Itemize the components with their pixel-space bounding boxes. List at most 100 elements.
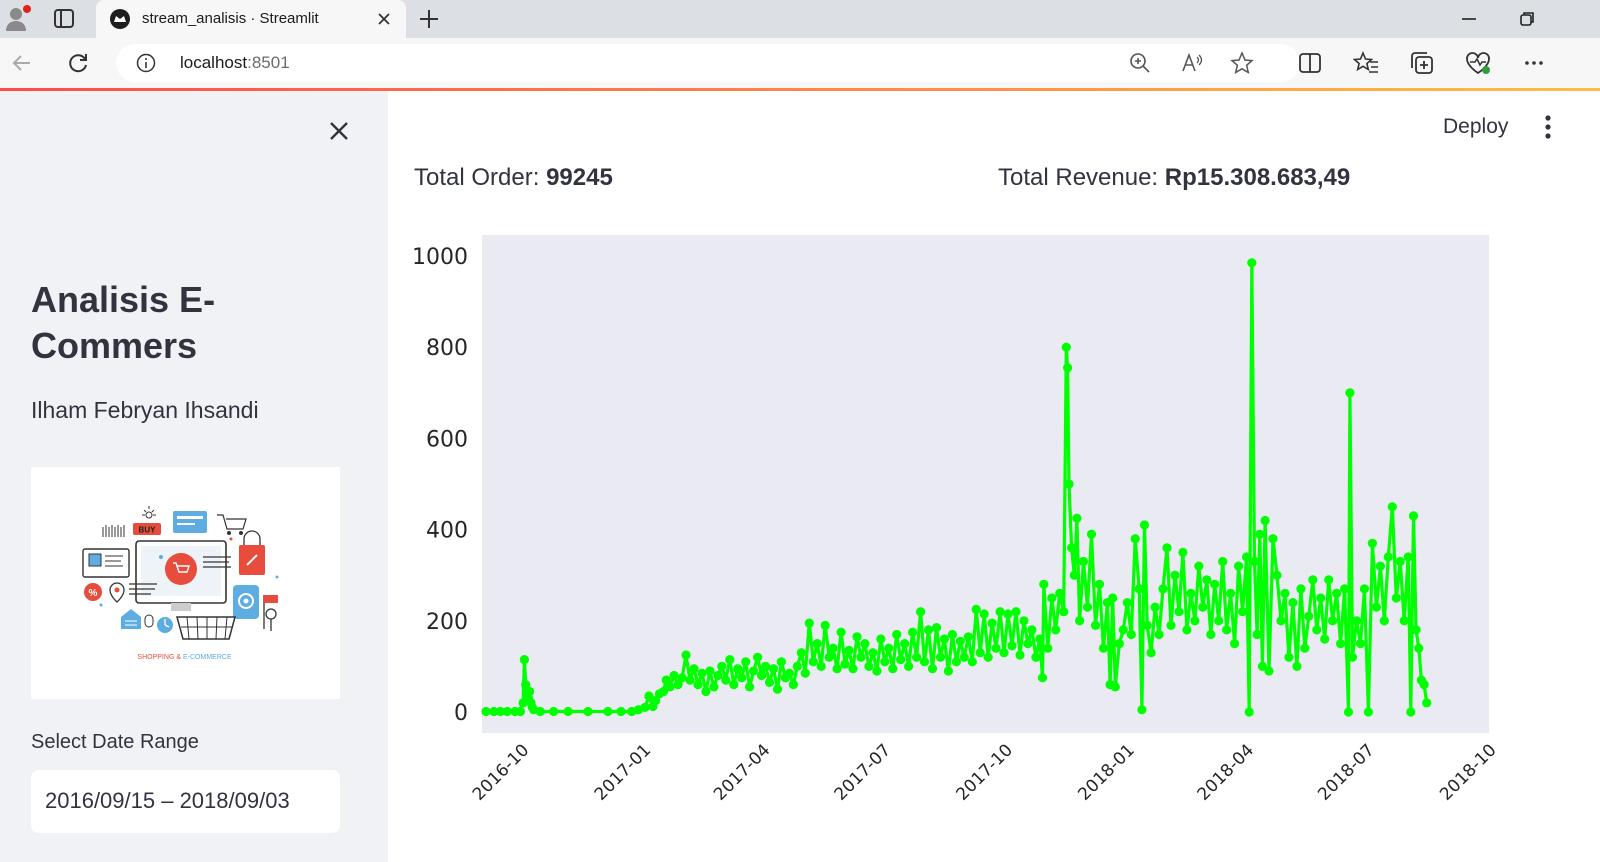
data-point xyxy=(1174,607,1184,617)
tab-close-icon[interactable] xyxy=(374,9,394,29)
data-point xyxy=(951,657,962,667)
data-point xyxy=(1296,584,1306,594)
data-point xyxy=(665,682,675,692)
x-tick-label: 2018-01 xyxy=(1074,740,1138,804)
data-point xyxy=(1130,534,1140,544)
data-point xyxy=(1067,543,1077,553)
data-point xyxy=(1027,625,1037,635)
data-point xyxy=(603,706,613,717)
data-point xyxy=(1324,575,1334,585)
x-tick-label: 2018-04 xyxy=(1194,740,1258,804)
data-point xyxy=(923,625,934,635)
data-point xyxy=(1134,584,1144,594)
author-name: Ilham Febryan Ihsandi xyxy=(31,397,259,423)
data-point xyxy=(1406,707,1416,717)
data-point xyxy=(868,648,878,658)
collections-icon[interactable] xyxy=(1408,49,1436,77)
browser-tab-strip: stream_analisis · Streamlit xyxy=(0,0,1600,38)
data-point xyxy=(1272,570,1282,580)
data-point xyxy=(1198,602,1208,612)
data-point xyxy=(549,706,559,717)
x-tick-label: 2017-10 xyxy=(953,740,1017,804)
read-aloud-icon[interactable] xyxy=(1180,51,1204,75)
data-point xyxy=(1098,643,1108,653)
data-point xyxy=(1328,616,1338,626)
data-point xyxy=(1122,598,1132,608)
browser-essentials-icon[interactable] xyxy=(1464,49,1492,77)
data-point xyxy=(975,648,985,658)
data-point xyxy=(1118,625,1128,635)
data-point xyxy=(1268,534,1278,544)
data-point xyxy=(979,609,989,619)
data-point xyxy=(908,627,918,637)
data-point xyxy=(1114,639,1124,649)
data-point xyxy=(912,652,922,662)
url-field[interactable]: localhost:8501 xyxy=(116,44,1300,82)
zoom-icon[interactable] xyxy=(1128,51,1152,75)
data-point xyxy=(1039,579,1049,589)
data-point xyxy=(1031,652,1041,662)
data-point xyxy=(1023,639,1033,649)
restore-icon[interactable] xyxy=(1514,6,1540,32)
settings-more-icon[interactable] xyxy=(1520,49,1548,77)
data-point xyxy=(1222,625,1232,635)
data-point xyxy=(525,686,535,697)
data-point xyxy=(1190,616,1200,626)
minimize-icon[interactable] xyxy=(1456,6,1482,32)
data-point xyxy=(1194,561,1204,571)
total-order-metric: Total Order: 99245 xyxy=(414,164,613,192)
data-point xyxy=(1247,258,1257,268)
reload-icon[interactable] xyxy=(64,49,92,77)
data-point xyxy=(1007,641,1017,651)
total-revenue-value: Rp15.308.683,49 xyxy=(1164,164,1351,191)
data-point xyxy=(1186,588,1196,598)
data-point xyxy=(693,680,703,690)
data-point xyxy=(1284,652,1294,662)
data-point xyxy=(583,706,593,717)
split-screen-icon[interactable] xyxy=(1296,49,1324,77)
data-point xyxy=(1244,707,1254,717)
data-point xyxy=(741,657,751,667)
data-point xyxy=(1351,616,1362,626)
sidebar-close-icon[interactable] xyxy=(326,118,352,144)
main-menu-icon[interactable] xyxy=(1538,113,1558,141)
data-point xyxy=(669,670,679,681)
data-point xyxy=(880,657,890,667)
favorite-star-icon[interactable] xyxy=(1230,51,1254,75)
data-point xyxy=(1035,634,1045,644)
data-point xyxy=(816,661,826,671)
data-point xyxy=(1061,342,1071,352)
data-point xyxy=(1363,707,1373,717)
data-point xyxy=(1166,620,1176,630)
data-point xyxy=(995,607,1005,617)
data-point xyxy=(1316,593,1326,603)
profile-icon[interactable] xyxy=(4,4,32,32)
site-info-icon[interactable] xyxy=(136,53,156,73)
back-icon[interactable] xyxy=(8,49,36,77)
total-order-label: Total Order: xyxy=(414,164,540,191)
data-point xyxy=(1146,648,1156,658)
total-revenue-metric: Total Revenue: Rp15.308.683,49 xyxy=(998,164,1350,192)
main-content: Deploy Total Order: 99245 Total Revenue:… xyxy=(388,91,1600,862)
data-point xyxy=(927,664,938,674)
active-tab[interactable]: stream_analisis · Streamlit xyxy=(96,0,406,38)
data-point xyxy=(481,706,491,717)
data-point xyxy=(872,666,882,676)
deploy-button[interactable]: Deploy xyxy=(1443,115,1508,139)
y-tick-label: 800 xyxy=(426,336,468,361)
y-tick-label: 1000 xyxy=(412,245,468,270)
data-point xyxy=(1379,616,1389,626)
data-point xyxy=(1234,561,1244,571)
data-point xyxy=(1063,363,1073,373)
data-point xyxy=(804,618,814,628)
favorites-icon[interactable] xyxy=(1352,49,1380,77)
x-tick-label: 2018-10 xyxy=(1436,740,1500,804)
date-range-input[interactable]: 2016/09/15 – 2018/09/03 xyxy=(31,770,340,833)
new-tab-icon[interactable] xyxy=(416,6,442,32)
data-point xyxy=(757,670,767,681)
data-point xyxy=(1252,629,1262,640)
data-point xyxy=(991,643,1001,653)
data-point xyxy=(788,680,798,690)
tab-actions-icon[interactable] xyxy=(50,6,78,32)
data-point xyxy=(681,650,691,660)
